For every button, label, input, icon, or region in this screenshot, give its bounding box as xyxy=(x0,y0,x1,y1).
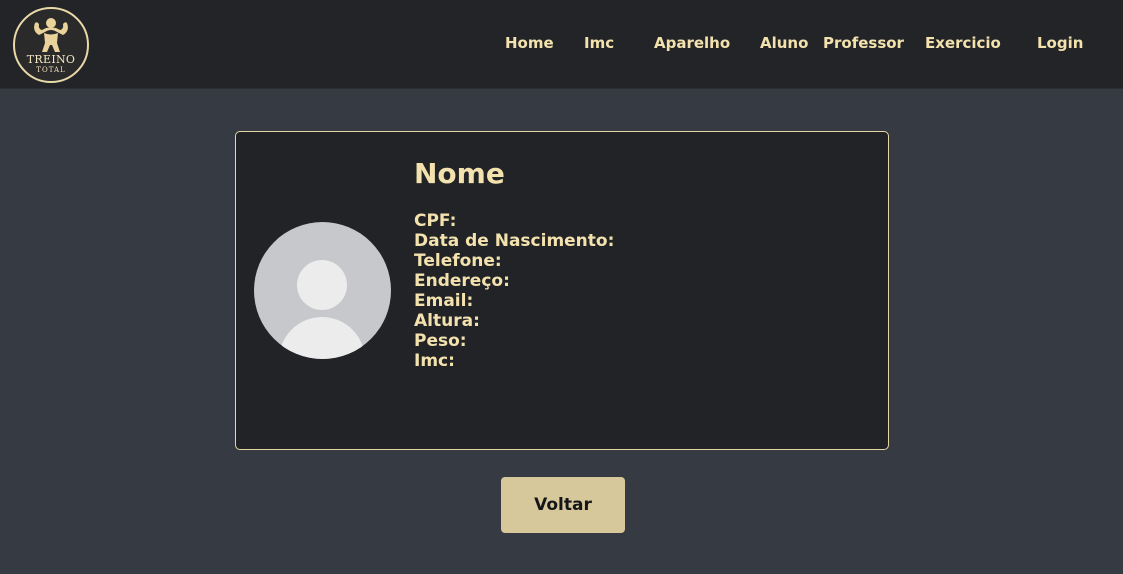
logo-wordmark-bottom: TOTAL xyxy=(36,66,66,74)
top-navbar: TREINO TOTAL Home Imc Aparelho Aluno Pro… xyxy=(0,0,1123,88)
field-weight-label: Peso: xyxy=(414,331,467,351)
nav-link-home[interactable]: Home xyxy=(505,34,554,52)
nav-link-imc[interactable]: Imc xyxy=(584,34,614,52)
nav-link-login[interactable]: Login xyxy=(1037,34,1083,52)
avatar-head-shape xyxy=(297,260,347,310)
field-cpf-label: CPF: xyxy=(414,211,457,231)
profile-card: Nome CPF: Data de Nascimento: Telefone: … xyxy=(235,131,889,450)
field-height-label: Altura: xyxy=(414,311,480,331)
profile-name: Nome xyxy=(414,157,505,190)
back-button[interactable]: Voltar xyxy=(501,477,625,533)
field-email-label: Email: xyxy=(414,291,474,311)
logo-wordmark-top: TREINO xyxy=(26,53,76,66)
field-phone-label: Telefone: xyxy=(414,251,502,271)
avatar-body-shape xyxy=(279,317,365,359)
field-imc-label: Imc: xyxy=(414,351,455,371)
nav-link-professor[interactable]: Professor xyxy=(823,34,904,52)
profile-fields-list: CPF: Data de Nascimento: Telefone: Ender… xyxy=(414,211,614,371)
field-address-label: Endereço: xyxy=(414,271,510,291)
user-placeholder-icon xyxy=(254,222,391,359)
nav-link-exercicio[interactable]: Exercicio xyxy=(925,34,1001,52)
logo[interactable]: TREINO TOTAL xyxy=(13,7,89,83)
field-birthdate-label: Data de Nascimento: xyxy=(414,231,615,251)
nav-link-aluno[interactable]: Aluno xyxy=(760,34,808,52)
nav-link-aparelho[interactable]: Aparelho xyxy=(654,34,730,52)
